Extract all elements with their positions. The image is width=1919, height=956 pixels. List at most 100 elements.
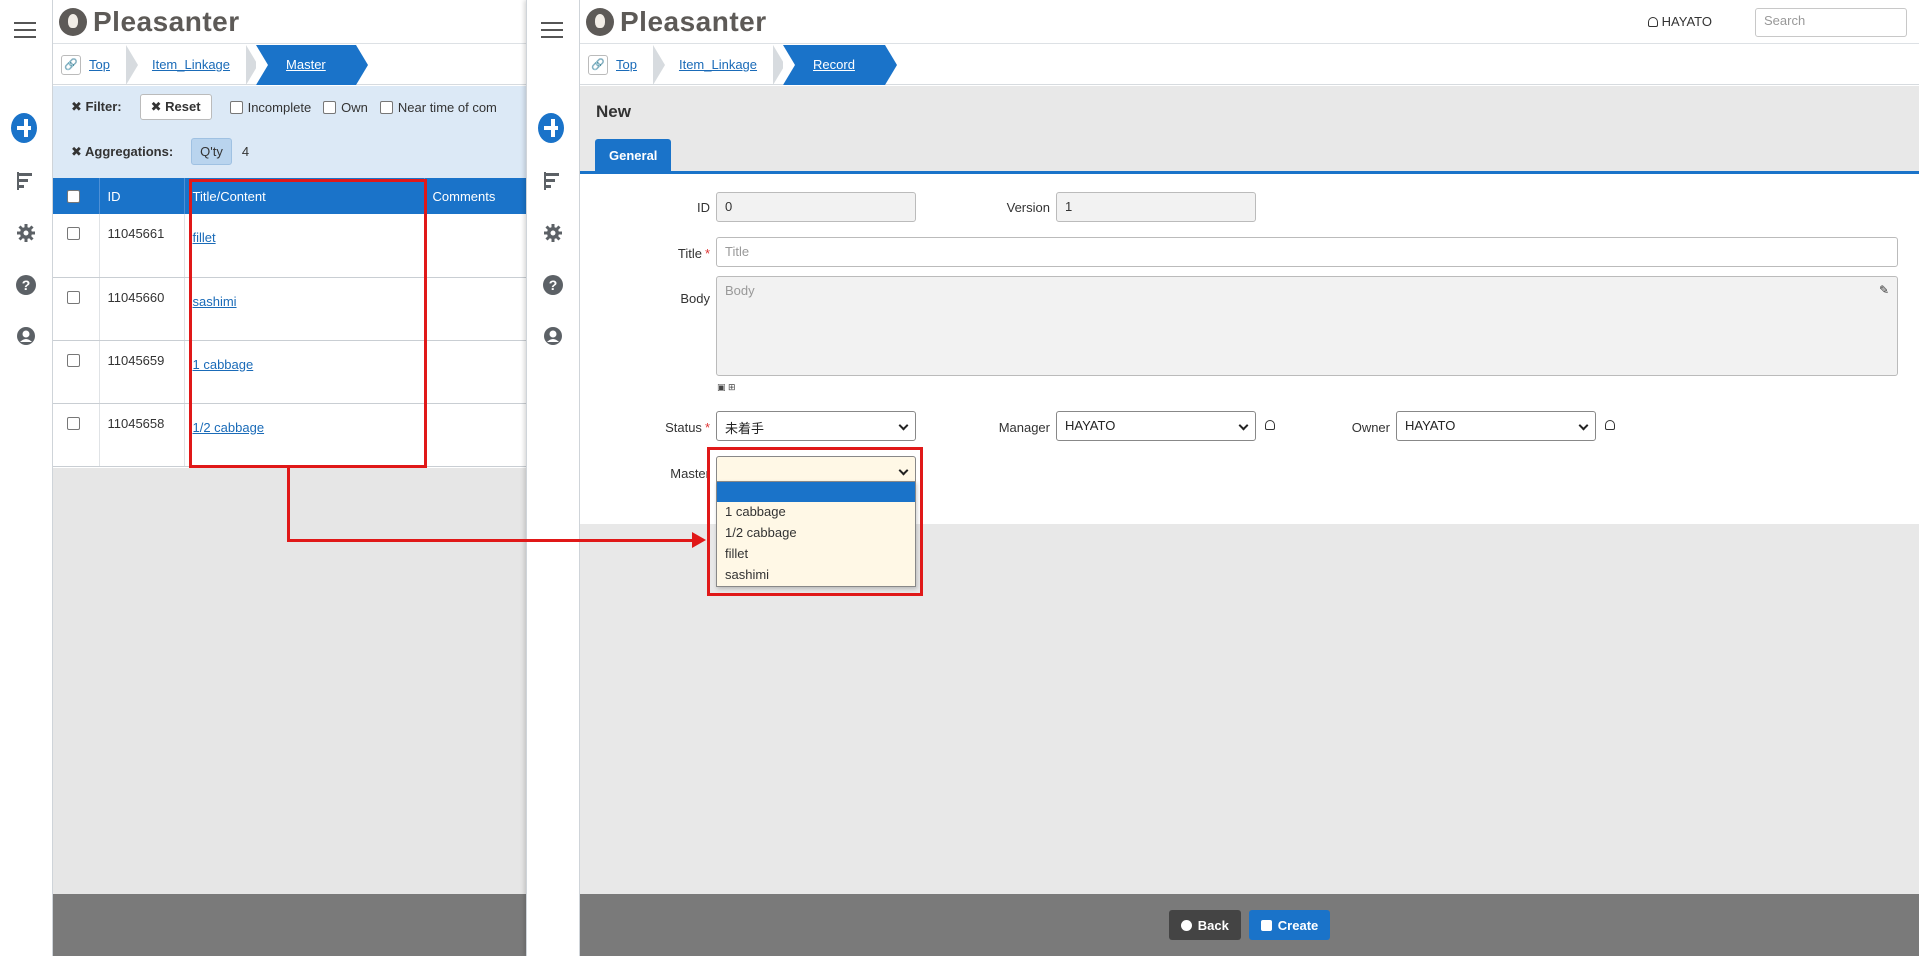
breadcrumb-record: Record	[783, 44, 897, 85]
plus-circle-icon[interactable]	[11, 113, 39, 143]
filter-near-time[interactable]: Near time of com	[379, 99, 497, 115]
help-icon[interactable]: ?	[13, 272, 39, 298]
filter-incomplete-label: Incomplete	[247, 99, 312, 115]
annotation-arrow-line	[287, 468, 290, 540]
user-icon[interactable]	[13, 323, 39, 349]
manager-select[interactable]: HAYATO	[1056, 411, 1256, 441]
column-header-comments[interactable]: Comments	[424, 178, 528, 214]
create-button[interactable]: Create	[1248, 910, 1331, 940]
column-header-id[interactable]: ID	[99, 178, 185, 214]
select-all-header	[53, 178, 100, 214]
table-icon[interactable]: ⊞	[728, 382, 736, 392]
breadcrumb-link-item-linkage[interactable]: Item_Linkage	[152, 57, 230, 72]
help-icon[interactable]: ?	[540, 272, 566, 298]
row-select-cell	[53, 277, 100, 341]
body-attach-icons: ▣ ⊞	[717, 382, 736, 393]
filter-bar: ✖ Filter: ✖ Reset Incomplete Own Near ti…	[53, 86, 528, 178]
title-field[interactable]: Title	[716, 237, 1898, 267]
status-select[interactable]: 未着手	[716, 411, 916, 441]
breadcrumb: 🔗 Top Item_Linkage Record	[580, 44, 1919, 85]
image-icon[interactable]: ▣	[717, 382, 726, 392]
owner-select[interactable]: HAYATO	[1396, 411, 1596, 441]
manager-label: Manager	[998, 420, 1050, 435]
breadcrumb-item-linkage: Item_Linkage	[136, 44, 259, 85]
link-icon[interactable]: 🔗	[588, 54, 608, 75]
id-field: 0	[716, 192, 916, 222]
app-logo[interactable]: Pleasanter	[586, 6, 767, 38]
body-placeholder: Body	[725, 283, 755, 298]
manager-value: HAYATO	[1065, 418, 1116, 433]
breadcrumb-link-record[interactable]: Record	[813, 57, 855, 72]
filter-own[interactable]: Own	[323, 100, 368, 115]
breadcrumb-top: Top	[616, 44, 665, 85]
hamburger-icon[interactable]	[541, 22, 563, 38]
select-all-checkbox[interactable]	[66, 189, 80, 203]
checkbox[interactable]	[379, 100, 393, 114]
id-label: ID	[697, 200, 710, 215]
gear-icon[interactable]	[540, 220, 566, 246]
editor-footer: Back Create	[580, 894, 1919, 956]
title-label: Title *	[677, 246, 710, 261]
status-label-text: Status	[665, 420, 702, 435]
filter-near-time-label: Near time of com	[397, 99, 497, 115]
breadcrumb-link-item-linkage[interactable]: Item_Linkage	[679, 57, 757, 72]
tab-general[interactable]: General	[595, 139, 672, 171]
chevron-down-icon	[1578, 420, 1589, 431]
logo-icon	[586, 8, 614, 36]
gear-icon[interactable]	[13, 220, 39, 246]
save-icon	[1260, 919, 1272, 931]
user-icon[interactable]	[540, 323, 566, 349]
row-checkbox[interactable]	[66, 353, 80, 367]
breadcrumb-link-top[interactable]: Top	[616, 57, 637, 72]
aggregations-label: ✖ Aggregations:	[71, 143, 174, 159]
row-comments	[424, 403, 528, 467]
page-title: New	[596, 102, 631, 121]
filter-incomplete[interactable]: Incomplete	[229, 99, 312, 115]
row-select-cell	[53, 403, 100, 467]
annotation-arrow-line	[287, 539, 697, 542]
aggregations-label-text: Aggregations:	[85, 143, 174, 159]
hamburger-icon[interactable]	[14, 22, 36, 38]
person-icon[interactable]	[1605, 420, 1615, 430]
pencil-icon[interactable]: ✎	[1879, 283, 1889, 297]
qty-badge[interactable]: Q'ty	[191, 138, 232, 165]
gantt-icon[interactable]	[13, 168, 39, 194]
breadcrumb-link-top[interactable]: Top	[89, 57, 110, 72]
plus-circle-icon[interactable]	[538, 113, 566, 143]
row-checkbox[interactable]	[66, 290, 80, 304]
qty-value: 4	[241, 144, 250, 159]
gantt-icon[interactable]	[540, 168, 566, 194]
row-id: 11045660	[99, 277, 185, 341]
row-select-cell	[53, 340, 100, 404]
checkbox[interactable]	[229, 100, 243, 114]
checkbox[interactable]	[323, 100, 337, 114]
row-id: 11045661	[99, 214, 185, 278]
user-menu[interactable]: HAYATO	[1647, 14, 1712, 29]
filter-label: ✖ Filter:	[71, 99, 122, 114]
search-input[interactable]: Search	[1755, 8, 1907, 37]
breadcrumb-link-master[interactable]: Master	[286, 57, 326, 72]
back-button[interactable]: Back	[1168, 910, 1241, 940]
link-icon[interactable]: 🔗	[61, 54, 81, 75]
reset-button[interactable]: ✖ Reset	[139, 94, 212, 120]
app-logo[interactable]: Pleasanter	[59, 6, 240, 38]
person-icon[interactable]	[1265, 420, 1275, 430]
breadcrumb: 🔗 Top Item_Linkage Master	[53, 44, 528, 85]
side-nav: ?	[527, 0, 580, 956]
row-id: 11045658	[99, 403, 185, 467]
list-footer	[53, 894, 528, 956]
breadcrumb-master: Master	[256, 44, 368, 85]
reset-button-label: Reset	[165, 99, 201, 114]
app-header: Pleasanter	[53, 0, 528, 44]
master-label: Master	[670, 466, 710, 481]
filter-label-text: Filter:	[85, 99, 122, 114]
row-checkbox[interactable]	[66, 227, 80, 240]
list-window: ? Pleasanter 🔗 Top Item_Linkage Master ✖…	[0, 0, 528, 956]
status-value: 未着手	[725, 421, 765, 436]
owner-label: Owner	[1351, 420, 1390, 435]
row-checkbox[interactable]	[66, 416, 80, 430]
row-select-cell	[53, 214, 100, 278]
breadcrumb-item-linkage: Item_Linkage	[663, 44, 786, 85]
back-arrow-icon	[1180, 919, 1192, 931]
body-field[interactable]: Body ✎	[716, 276, 1898, 376]
